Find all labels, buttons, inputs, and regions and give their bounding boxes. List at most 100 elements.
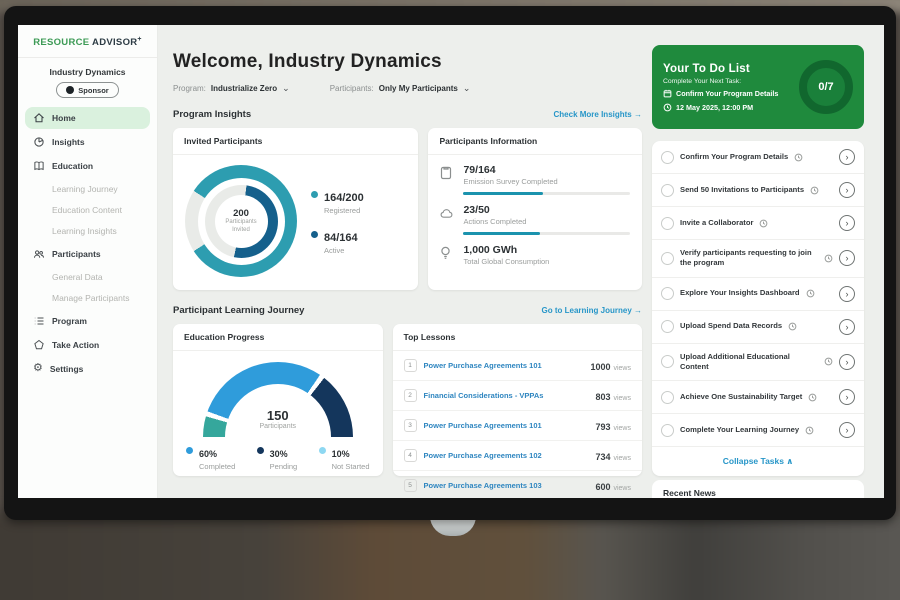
task-row-upload-educational-content[interactable]: Upload Additional Educational Content › (652, 344, 864, 382)
participants-icon (33, 248, 45, 260)
task-row-complete-learning-journey[interactable]: Complete Your Learning Journey › (652, 414, 864, 447)
sidebar-item-program[interactable]: Program (25, 310, 150, 332)
top-lessons-card: Top Lessons 1 Power Purchase Agreements … (393, 324, 642, 476)
task-open-button[interactable]: › (839, 250, 855, 266)
lesson-row: 3 Power Purchase Agreements 101 793views (393, 411, 642, 441)
lesson-title-link[interactable]: Power Purchase Agreements 101 (424, 361, 584, 370)
legend-dot (311, 191, 318, 198)
task-checkbox[interactable] (661, 217, 674, 230)
task-checkbox[interactable] (661, 151, 674, 164)
task-row-send-invitations[interactable]: Send 50 Invitations to Participants › (652, 174, 864, 207)
lesson-title-link[interactable]: Power Purchase Agreements 103 (424, 481, 589, 490)
monitor-bezel: RESOURCE ADVISOR+ Industry Dynamics Spon… (4, 6, 896, 520)
chevron-down-icon: ⌄ (282, 83, 290, 94)
task-open-button[interactable]: › (839, 319, 855, 335)
sidebar-item-education[interactable]: Education (25, 155, 150, 177)
collapse-tasks-link[interactable]: Collapse Tasks ∧ (652, 447, 864, 476)
task-checkbox[interactable] (661, 252, 674, 265)
todo-summary-card: Your To Do List Complete Your Next Task:… (652, 45, 864, 129)
stat-value: 23/50 (463, 204, 630, 216)
views-label: views (613, 485, 631, 492)
go-to-learning-journey-link[interactable]: Go to Learning Journey → (542, 306, 642, 315)
sidebar-item-label: Home (52, 113, 76, 123)
task-open-button[interactable]: › (839, 182, 855, 198)
todo-due-date: 12 May 2025, 12:00 PM (663, 103, 799, 112)
education-progress-gauge-chart: 150 Participants (203, 362, 353, 437)
lesson-rank: 2 (404, 389, 417, 402)
sidebar-item-home[interactable]: Home (25, 107, 150, 129)
sidebar-item-general-data[interactable]: General Data (25, 267, 150, 287)
lesson-views: 803 (595, 392, 610, 402)
gauge-center-label: Participants (225, 423, 331, 430)
task-open-button[interactable]: › (839, 215, 855, 231)
sidebar-item-learning-insights[interactable]: Learning Insights (25, 221, 150, 241)
legend-label: Completed (199, 462, 235, 471)
lesson-title-link[interactable]: Power Purchase Agreements 101 (424, 421, 589, 430)
gear-icon: ⚙ (33, 363, 43, 374)
lesson-title-link[interactable]: Financial Considerations - VPPAs (424, 391, 589, 400)
sidebar-item-learning-journey[interactable]: Learning Journey (25, 179, 150, 199)
sponsor-badge[interactable]: Sponsor (56, 82, 118, 98)
views-label: views (613, 455, 631, 462)
logo-text-primary: RESOURCE (33, 37, 89, 48)
task-row-achieve-target[interactable]: Achieve One Sustainability Target › (652, 381, 864, 414)
todo-task-list: Confirm Your Program Details › Send 50 I… (652, 141, 864, 476)
progress-track (463, 192, 630, 195)
task-open-button[interactable]: › (839, 149, 855, 165)
check-more-insights-link[interactable]: Check More Insights → (554, 110, 642, 119)
card-title: Invited Participants (173, 128, 418, 155)
task-open-button[interactable]: › (839, 354, 855, 370)
legend-value: 10% (332, 449, 350, 459)
task-checkbox[interactable] (661, 355, 674, 368)
education-icon (33, 160, 45, 172)
clock-icon (663, 103, 672, 112)
program-dropdown[interactable]: Program: Industrialize Zero ⌄ (173, 83, 290, 94)
task-row-explore-insights[interactable]: Explore Your Insights Dashboard › (652, 278, 864, 311)
task-open-button[interactable]: › (839, 422, 855, 438)
chevron-down-icon: ⌄ (463, 83, 471, 94)
task-row-verify-participants[interactable]: Verify participants requesting to join t… (652, 240, 864, 278)
legend-dot (257, 447, 264, 454)
sidebar-item-take-action[interactable]: Take Action (25, 334, 150, 356)
sidebar-item-label: Settings (50, 364, 84, 374)
learning-journey-header: Participant Learning Journey Go to Learn… (173, 305, 642, 316)
task-open-button[interactable]: › (839, 389, 855, 405)
card-title: Education Progress (173, 324, 383, 351)
task-row-invite-collaborator[interactable]: Invite a Collaborator › (652, 207, 864, 240)
progress-track (463, 232, 630, 235)
sidebar-item-education-content[interactable]: Education Content (25, 200, 150, 220)
sidebar-item-insights[interactable]: Insights (25, 131, 150, 153)
dashboard-screen: RESOURCE ADVISOR+ Industry Dynamics Spon… (18, 25, 884, 498)
views-label: views (613, 365, 631, 372)
insights-icon (33, 136, 45, 148)
legend-value: 60% (199, 449, 217, 459)
app-logo: RESOURCE ADVISOR+ (18, 25, 157, 58)
clock-icon (824, 357, 833, 366)
sidebar-item-settings[interactable]: ⚙ Settings (25, 358, 150, 379)
gauge-legend: 60% Completed 30% Pending 10% (173, 444, 383, 471)
task-checkbox[interactable] (661, 184, 674, 197)
todo-subtitle: Complete Your Next Task: (663, 78, 799, 85)
task-row-upload-spend-data[interactable]: Upload Spend Data Records › (652, 311, 864, 344)
sidebar-item-label: Education (52, 161, 93, 171)
sidebar-item-manage-participants[interactable]: Manage Participants (25, 288, 150, 308)
task-row-confirm-program[interactable]: Confirm Your Program Details › (652, 141, 864, 174)
section-title: Program Insights (173, 109, 251, 120)
task-open-button[interactable]: › (839, 286, 855, 302)
task-checkbox[interactable] (661, 424, 674, 437)
participants-dropdown[interactable]: Participants: Only My Participants ⌄ (330, 83, 471, 94)
lesson-rank: 4 (404, 449, 417, 462)
task-checkbox[interactable] (661, 391, 674, 404)
task-checkbox[interactable] (661, 320, 674, 333)
task-checkbox[interactable] (661, 287, 674, 300)
todo-progress-ring: 0/7 (799, 60, 853, 114)
lesson-views: 600 (595, 482, 610, 492)
sidebar-item-label: Take Action (52, 340, 99, 350)
lesson-row: 1 Power Purchase Agreements 101 1000view… (393, 351, 642, 381)
insights-cards-row: Invited Participants 200 ParticipantsInv… (173, 128, 642, 290)
lesson-rank: 5 (404, 479, 417, 492)
sidebar-item-participants[interactable]: Participants (25, 243, 150, 265)
sidebar-item-label: Insights (52, 137, 85, 147)
lesson-title-link[interactable]: Power Purchase Agreements 102 (424, 451, 589, 460)
todo-title: Your To Do List (663, 63, 799, 75)
